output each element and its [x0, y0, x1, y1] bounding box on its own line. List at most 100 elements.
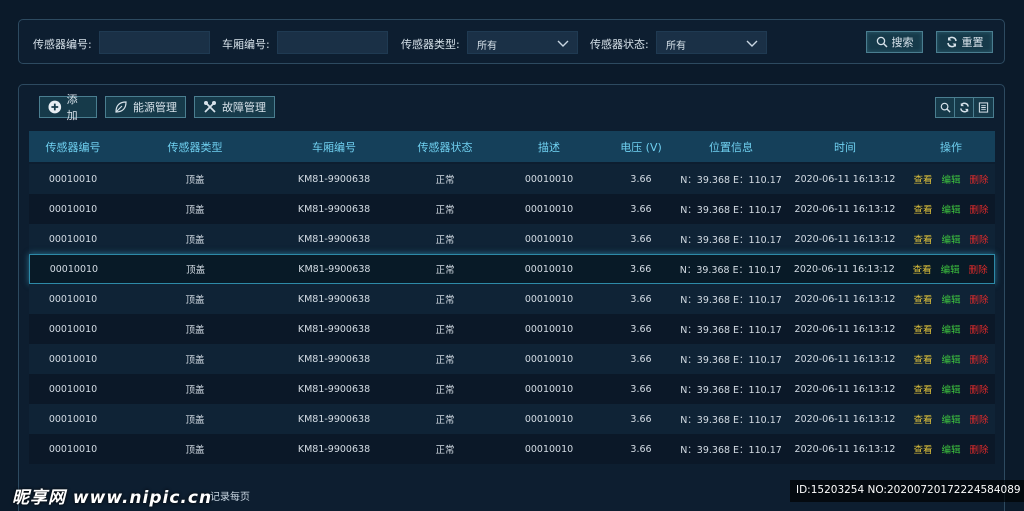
cell-voltage: 3.66 [630, 353, 652, 365]
edit-link[interactable]: 编辑 [941, 232, 960, 246]
cell-position: N：39.368 E：110.17 [680, 445, 782, 456]
edit-link[interactable]: 编辑 [941, 412, 960, 426]
sensor-id-label: 传感器编号: [33, 38, 92, 51]
col-sensor-id: 传感器编号 [45, 140, 101, 154]
col-voltage: 电压 (V) [620, 140, 662, 154]
cell-voltage: 3.66 [630, 203, 652, 215]
sensor-status-select[interactable]: 所有 [656, 31, 767, 54]
col-sensor-type: 传感器类型 [167, 140, 223, 154]
table-row[interactable]: 00010010 顶盖 KM81-9900638 正常 00010010 3.66 N：39… [29, 434, 995, 464]
table-refresh-button[interactable] [955, 98, 974, 117]
delete-link[interactable]: 删除 [970, 442, 989, 456]
cell-sensor-type: 顶盖 [186, 265, 206, 276]
table-row[interactable]: 00010010 顶盖 KM81-9900638 正常 00010010 3.66 N：39… [29, 284, 995, 314]
edit-link[interactable]: 编辑 [941, 292, 960, 306]
cell-sensor-id: 00010010 [48, 353, 98, 365]
sensor-id-input[interactable] [99, 31, 210, 54]
table-panel: 添加 能源管理 故障管理 传感器编号 传感器类型 车厢编号 传感器状态 描述 电… [18, 84, 1005, 511]
cell-status: 正常 [435, 445, 455, 456]
table-row[interactable]: 00010010 顶盖 KM81-9900638 正常 00010010 3.66 N：39… [29, 314, 995, 344]
fault-management-button[interactable]: 故障管理 [194, 96, 275, 118]
col-car-id: 车厢编号 [312, 140, 356, 154]
table-row[interactable]: 00010010 顶盖 KM81-9900638 正常 00010010 3.66 N：39… [29, 224, 995, 254]
table-row[interactable]: 00010010 顶盖 KM81-9900638 正常 00010010 3.66 N：39… [29, 164, 995, 194]
sensor-type-select[interactable]: 所有 [467, 31, 578, 54]
cell-sensor-id: 00010010 [48, 323, 98, 335]
view-link[interactable]: 查看 [913, 382, 932, 396]
cell-sensor-type: 顶盖 [185, 175, 205, 186]
cell-time: 2020-06-11 16:13:12 [794, 383, 896, 395]
cell-time: 2020-06-11 16:13:12 [794, 233, 896, 245]
cell-position: N：39.368 E：110.17 [680, 415, 782, 426]
cell-time: 2020-06-11 16:13:12 [794, 413, 896, 425]
view-link[interactable]: 查看 [913, 262, 932, 276]
search-icon [876, 36, 888, 48]
delete-link[interactable]: 删除 [970, 232, 989, 246]
view-link[interactable]: 查看 [913, 442, 932, 456]
cell-status: 正常 [435, 175, 455, 186]
table-columns-button[interactable] [974, 98, 993, 117]
cell-actions: 查看 编辑 删除 [906, 262, 994, 276]
cell-car-id: KM81-9900638 [297, 173, 371, 185]
tools-icon [204, 101, 216, 113]
view-link[interactable]: 查看 [913, 322, 932, 336]
edit-link[interactable]: 编辑 [941, 262, 960, 276]
edit-link[interactable]: 编辑 [941, 322, 960, 336]
delete-link[interactable]: 删除 [970, 292, 989, 306]
watermark-right: ID:15203254 NO:20200720172224584089 [790, 480, 1024, 502]
edit-link[interactable]: 编辑 [941, 352, 960, 366]
view-link[interactable]: 查看 [913, 202, 932, 216]
cell-status: 正常 [435, 325, 455, 336]
cell-description: 00010010 [524, 173, 574, 185]
add-button[interactable]: 添加 [39, 93, 97, 122]
filter-panel: 传感器编号: 车厢编号: 传感器类型: 所有 传感器状态: 所有 搜索 重置 [18, 19, 1005, 64]
energy-management-button[interactable]: 能源管理 [105, 96, 186, 118]
table-row[interactable]: 00010010 顶盖 KM81-9900638 正常 00010010 3.66 N：39… [29, 254, 995, 284]
cell-voltage: 3.66 [630, 293, 652, 305]
delete-link[interactable]: 删除 [970, 382, 989, 396]
view-link[interactable]: 查看 [913, 352, 932, 366]
edit-link[interactable]: 编辑 [941, 172, 960, 186]
cell-actions: 查看 编辑 删除 [907, 442, 995, 456]
refresh-icon [946, 36, 957, 48]
search-button[interactable]: 搜索 [866, 31, 923, 53]
search-icon [940, 102, 951, 113]
edit-link[interactable]: 编辑 [941, 442, 960, 456]
edit-link[interactable]: 编辑 [941, 382, 960, 396]
cell-description: 00010010 [524, 293, 574, 305]
cell-status: 正常 [435, 235, 455, 246]
car-id-input[interactable] [277, 31, 388, 54]
cell-sensor-id: 00010010 [48, 233, 98, 245]
reset-button[interactable]: 重置 [936, 31, 993, 53]
view-link[interactable]: 查看 [913, 412, 932, 426]
delete-link[interactable]: 删除 [970, 352, 989, 366]
cell-status: 正常 [435, 355, 455, 366]
cell-sensor-type: 顶盖 [185, 205, 205, 216]
cell-actions: 查看 编辑 删除 [907, 412, 995, 426]
delete-link[interactable]: 删除 [970, 322, 989, 336]
delete-link[interactable]: 删除 [970, 202, 989, 216]
delete-link[interactable]: 删除 [970, 412, 989, 426]
view-link[interactable]: 查看 [913, 232, 932, 246]
refresh-icon [959, 102, 969, 113]
edit-link[interactable]: 编辑 [941, 202, 960, 216]
cell-actions: 查看 编辑 删除 [907, 232, 995, 246]
delete-link[interactable]: 删除 [969, 262, 988, 276]
cell-actions: 查看 编辑 删除 [907, 292, 995, 306]
table-row[interactable]: 00010010 顶盖 KM81-9900638 正常 00010010 3.66 N：39… [29, 404, 995, 434]
cell-sensor-id: 00010010 [48, 413, 98, 425]
table-row[interactable]: 00010010 顶盖 KM81-9900638 正常 00010010 3.66 N：39… [29, 374, 995, 404]
view-link[interactable]: 查看 [913, 172, 932, 186]
cell-status: 正常 [435, 385, 455, 396]
cell-sensor-id: 00010010 [48, 443, 98, 455]
delete-link[interactable]: 删除 [970, 172, 989, 186]
view-link[interactable]: 查看 [913, 292, 932, 306]
cell-sensor-type: 顶盖 [185, 325, 205, 336]
sensor-status-label: 传感器状态: [590, 38, 649, 51]
cell-position: N：39.368 E：110.17 [680, 295, 782, 306]
cell-status: 正常 [435, 205, 455, 216]
table-search-button[interactable] [936, 98, 955, 117]
table-row[interactable]: 00010010 顶盖 KM81-9900638 正常 00010010 3.66 N：39… [29, 194, 995, 224]
table-row[interactable]: 00010010 顶盖 KM81-9900638 正常 00010010 3.66 N：39… [29, 344, 995, 374]
add-button-label: 添加 [66, 93, 78, 122]
